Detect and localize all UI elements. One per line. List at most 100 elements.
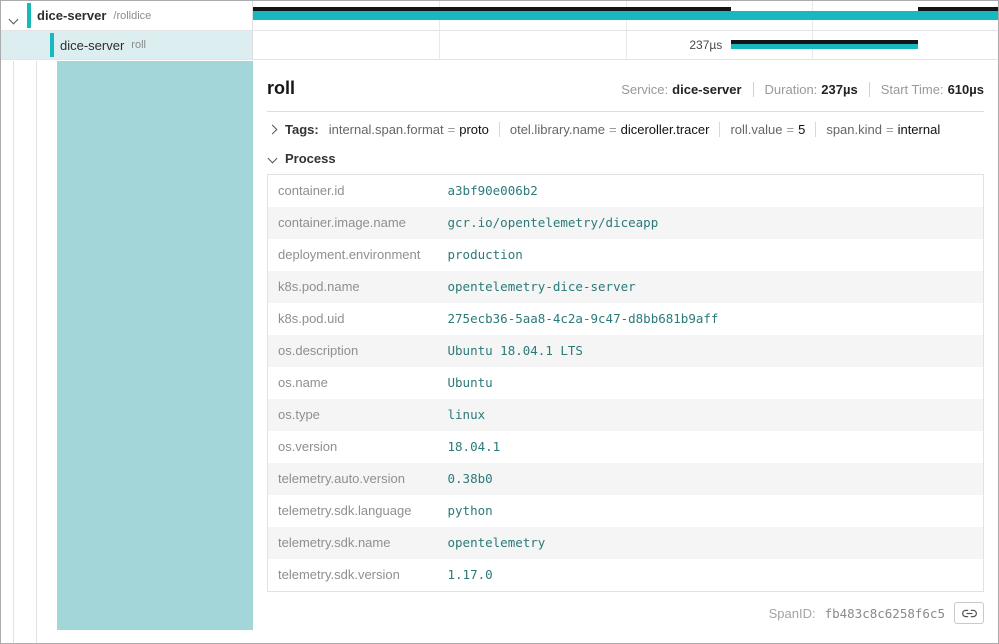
tags-accordion[interactable]: Tags: internal.span.format=proto otel.li… [267,112,984,144]
span-row-child[interactable]: dice-server roll 237µs [1,31,998,60]
span-color-indicator [50,33,54,57]
service-name: dice-server [37,8,106,23]
detail-start-time-value: 610µs [948,82,984,97]
process-row: os.typelinux [268,399,984,431]
process-row: telemetry.sdk.version1.17.0 [268,559,984,592]
process-value: Ubuntu [438,367,984,399]
timeline-gridline [439,31,440,59]
chevron-right-icon [268,125,278,135]
detail-start-time: Start Time: 610µs [869,82,984,97]
process-value: opentelemetry [438,527,984,559]
process-row: os.nameUbuntu [268,367,984,399]
process-key: os.version [268,431,438,463]
process-label: Process [285,151,336,166]
span-detail-header: roll Service:dice-server Duration:237µs … [267,61,984,99]
tag-equals: = [787,122,795,137]
tags-toggle[interactable] [269,126,276,133]
process-key: container.id [268,175,438,208]
span-color-indicator [27,3,31,28]
tags-label: Tags: [285,122,319,137]
detail-start-time-label: Start Time: [881,82,944,97]
process-value: 0.38b0 [438,463,984,495]
process-row: os.descriptionUbuntu 18.04.1 LTS [268,335,984,367]
tag-value: proto [459,122,489,137]
tag-equals: = [886,122,894,137]
process-key: telemetry.sdk.version [268,559,438,592]
process-key: telemetry.auto.version [268,463,438,495]
process-value: 275ecb36-5aa8-4c2a-9c47-d8bb681b9aff [438,303,984,335]
operation-name: roll [131,39,146,51]
tag-item: internal.span.format =proto [329,122,489,137]
tag-equals: = [448,122,456,137]
process-key: os.description [268,335,438,367]
process-table: container.ida3bf90e006b2 container.image… [267,174,984,592]
detail-duration-label: Duration: [765,82,818,97]
process-row: container.ida3bf90e006b2 [268,175,984,208]
tag-value: internal [898,122,941,137]
detail-service-value: dice-server [672,82,741,97]
process-value: gcr.io/opentelemetry/diceapp [438,207,984,239]
process-key: os.name [268,367,438,399]
span-duration-label: 237µs [689,38,722,52]
process-row: k8s.pod.uid275ecb36-5aa8-4c2a-9c47-d8bb6… [268,303,984,335]
process-key: container.image.name [268,207,438,239]
span-id-label: SpanID: [769,606,816,621]
detail-body: roll Service:dice-server Duration:237µs … [1,61,998,643]
process-value: production [438,239,984,271]
span-bar-root[interactable] [253,11,998,20]
tag-key: otel.library.name [510,122,605,137]
span-name-cell[interactable]: dice-server roll [1,31,253,59]
tag-value: 5 [798,122,805,137]
detail-service-label: Service: [621,82,668,97]
process-row: telemetry.sdk.languagepython [268,495,984,527]
span-collapse-toggle[interactable] [10,10,17,28]
tag-key: roll.value [730,122,782,137]
tag-equals: = [609,122,617,137]
timeline-gridline [626,31,627,59]
timeline: 237µs [253,31,998,59]
process-value: python [438,495,984,527]
tag-value: diceroller.tracer [621,122,710,137]
process-row: os.version18.04.1 [268,431,984,463]
process-row: telemetry.auto.version0.38b0 [268,463,984,495]
span-detail-footer: SpanID: fb483c8c6258f6c5 [267,592,984,634]
jaeger-span-detail-view: dice-server /rolldice dice-server roll 2… [0,0,999,644]
tree-indent-guides [1,61,57,643]
process-key: os.type [268,399,438,431]
process-key: telemetry.sdk.name [268,527,438,559]
process-value: linux [438,399,984,431]
process-row: container.image.namegcr.io/opentelemetry… [268,207,984,239]
tag-item: otel.library.name = diceroller.tracer [499,122,710,137]
span-row-root[interactable]: dice-server /rolldice [1,1,998,31]
process-row: deployment.environmentproduction [268,239,984,271]
process-key: deployment.environment [268,239,438,271]
detail-duration-value: 237µs [821,82,857,97]
link-icon [962,606,977,621]
chevron-down-icon [268,154,278,164]
tag-item: span.kind = internal [815,122,940,137]
chevron-down-icon [9,14,19,24]
selected-span-color-block [57,61,253,630]
span-bar-child[interactable] [731,44,917,49]
process-value: a3bf90e006b2 [438,175,984,208]
span-detail-panel: roll Service:dice-server Duration:237µs … [253,61,998,643]
process-key: k8s.pod.uid [268,303,438,335]
tree-indent-guide [13,61,14,643]
service-name: dice-server [60,38,124,53]
tag-key: span.kind [826,122,882,137]
span-name-cell[interactable]: dice-server /rolldice [1,1,253,30]
process-value: 1.17.0 [438,559,984,592]
tag-key: internal.span.format [329,122,444,137]
detail-service: Service: dice-server [621,82,741,97]
span-title: roll [267,78,295,99]
critical-path-segment [918,7,998,11]
process-accordion[interactable]: Process [267,144,984,174]
timeline [253,1,998,30]
process-value: Ubuntu 18.04.1 LTS [438,335,984,367]
tree-indent-guide [36,61,37,643]
deep-link-button[interactable] [954,602,984,624]
process-row: k8s.pod.nameopentelemetry-dice-server [268,271,984,303]
process-value: opentelemetry-dice-server [438,271,984,303]
process-value: 18.04.1 [438,431,984,463]
span-id-value: fb483c8c6258f6c5 [825,606,945,621]
